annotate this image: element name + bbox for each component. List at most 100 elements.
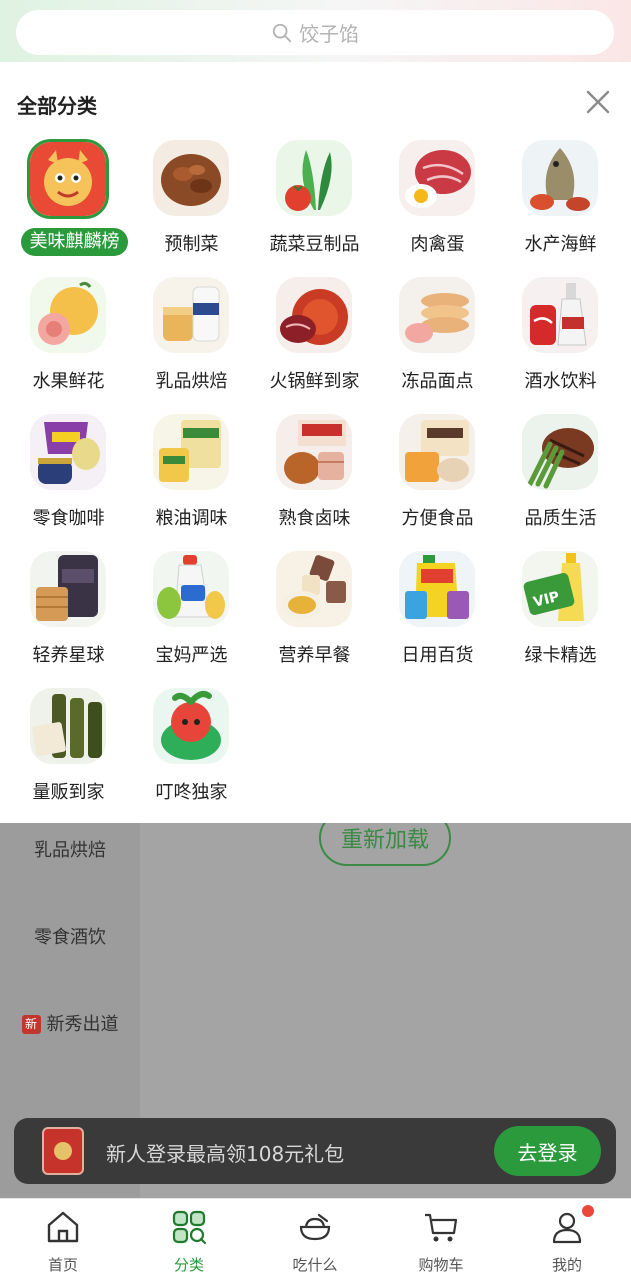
tab-profile[interactable]: 我的 <box>504 1199 630 1280</box>
sidebar-item-label: 新秀出道 <box>46 1014 119 1035</box>
fruit-flower-icon <box>30 277 106 353</box>
category-label: 量贩到家 <box>32 782 105 803</box>
frozen-pastry-icon <box>399 277 475 353</box>
close-icon[interactable] <box>584 88 612 116</box>
category-label: 火锅鲜到家 <box>269 371 360 392</box>
tab-home[interactable]: 首页 <box>0 1199 126 1280</box>
category-label: 粮油调味 <box>155 508 228 529</box>
tab-label: 吃什么 <box>292 1256 338 1274</box>
category-item[interactable]: 叮咚独家 <box>130 688 253 818</box>
category-label: 日用百货 <box>401 645 474 666</box>
login-button[interactable]: 去登录 <box>494 1126 601 1176</box>
tab-cart[interactable]: 购物车 <box>378 1199 504 1280</box>
sidebar-item-dairy[interactable]: 乳品烘焙 <box>0 836 140 862</box>
login-promo-text: 新人登录最高领108元礼包 <box>106 1142 345 1166</box>
home-icon <box>47 1211 79 1243</box>
tab-label: 购物车 <box>418 1256 464 1274</box>
category-label: 品质生活 <box>524 508 597 529</box>
instant-food-icon <box>399 414 475 490</box>
category-label: 叮咚独家 <box>155 782 228 803</box>
light-health-icon <box>30 551 106 627</box>
category-item[interactable]: 乳品烘焙 <box>130 277 253 407</box>
category-item[interactable]: 蔬菜豆制品 <box>253 140 376 270</box>
category-item[interactable]: 零食咖啡 <box>7 414 130 544</box>
category-label: 乳品烘焙 <box>155 371 228 392</box>
category-label: 宝妈严选 <box>155 645 228 666</box>
category-label: 营养早餐 <box>278 645 351 666</box>
category-label: 蔬菜豆制品 <box>269 234 360 255</box>
category-label: 酒水饮料 <box>524 371 597 392</box>
dragon-mascot-icon <box>27 139 109 219</box>
category-label: 肉禽蛋 <box>410 234 465 255</box>
tab-category[interactable]: 分类 <box>126 1199 252 1280</box>
grain-oil-icon <box>153 414 229 490</box>
category-item[interactable]: 预制菜 <box>130 140 253 270</box>
category-item[interactable]: 量贩到家 <box>7 688 130 818</box>
vip-card-icon: VIP <box>522 551 598 627</box>
category-icon <box>172 1210 207 1245</box>
hotpot-icon <box>276 277 352 353</box>
category-item[interactable]: 美味麒麟榜 <box>5 139 128 270</box>
category-label: 方便食品 <box>401 508 474 529</box>
daily-goods-icon <box>399 551 475 627</box>
sidebar-item-label: 零食酒饮 <box>34 927 106 948</box>
sidebar-item-snacks[interactable]: 零食酒饮 <box>0 923 140 949</box>
category-label: 熟食卤味 <box>278 508 351 529</box>
category-item[interactable]: 火锅鲜到家 <box>253 277 376 407</box>
vegetables-icon <box>276 140 352 216</box>
category-label: 水果鲜花 <box>32 371 105 392</box>
top-bar: 饺子馅 <box>0 0 631 62</box>
quality-steak-icon <box>522 414 598 490</box>
notification-dot <box>582 1205 594 1217</box>
deli-icon <box>276 414 352 490</box>
search-icon <box>272 23 292 42</box>
cart-icon <box>425 1213 458 1242</box>
search-bar[interactable]: 饺子馅 <box>16 10 614 55</box>
category-label: 预制菜 <box>164 234 219 255</box>
all-categories-panel: 全部分类 美味麒麟榜 预制菜 蔬菜豆制品 肉禽蛋 水产海鲜 水果鲜花 乳品烘焙 … <box>0 62 631 823</box>
category-item[interactable]: 肉禽蛋 <box>376 140 499 270</box>
tab-label: 首页 <box>47 1256 78 1274</box>
category-label: 轻养星球 <box>32 645 105 666</box>
seafood-icon <box>522 140 598 216</box>
category-item[interactable]: VIP 绿卡精选 <box>499 551 622 681</box>
meat-egg-icon <box>399 140 475 216</box>
bottom-tab-bar: 首页 分类 吃什么 购物车 我的 <box>0 1198 631 1280</box>
category-item[interactable]: 宝妈严选 <box>130 551 253 681</box>
category-item[interactable]: 日用百货 <box>376 551 499 681</box>
tab-label: 我的 <box>551 1256 582 1274</box>
login-banner: 新人登录最高领108元礼包 去登录 <box>14 1118 616 1184</box>
category-label: 水产海鲜 <box>524 234 597 255</box>
category-item[interactable]: 熟食卤味 <box>253 414 376 544</box>
tab-label: 分类 <box>173 1256 204 1274</box>
category-label: 冻品面点 <box>401 371 474 392</box>
category-item[interactable]: 方便食品 <box>376 414 499 544</box>
panel-title: 全部分类 <box>17 94 97 118</box>
category-item[interactable]: 冻品面点 <box>376 277 499 407</box>
bulk-oil-icon <box>30 688 106 764</box>
new-badge: 新 <box>21 1015 41 1034</box>
breakfast-icon <box>276 551 352 627</box>
dingdong-mascot-icon <box>153 688 229 764</box>
snack-coffee-icon <box>30 414 106 490</box>
baby-food-icon <box>153 551 229 627</box>
dairy-bakery-icon <box>153 277 229 353</box>
category-item[interactable]: 水果鲜花 <box>7 277 130 407</box>
category-label: 绿卡精选 <box>524 645 597 666</box>
category-item[interactable]: 酒水饮料 <box>499 277 622 407</box>
braised-dish-icon <box>153 140 229 216</box>
category-item[interactable]: 水产海鲜 <box>499 140 622 270</box>
search-placeholder: 饺子馅 <box>299 22 359 46</box>
category-item[interactable]: 轻养星球 <box>7 551 130 681</box>
drinks-icon <box>522 277 598 353</box>
category-item[interactable]: 营养早餐 <box>253 551 376 681</box>
bowl-icon <box>299 1213 331 1241</box>
gift-icon <box>42 1127 84 1175</box>
sidebar-item-new[interactable]: 新新秀出道 <box>0 1010 140 1036</box>
sidebar-item-label: 乳品烘焙 <box>34 840 106 861</box>
category-item[interactable]: 粮油调味 <box>130 414 253 544</box>
category-label: 零食咖啡 <box>32 508 105 529</box>
category-item[interactable]: 品质生活 <box>499 414 622 544</box>
tab-what-to-eat[interactable]: 吃什么 <box>252 1199 378 1280</box>
category-label: 美味麒麟榜 <box>21 228 128 256</box>
